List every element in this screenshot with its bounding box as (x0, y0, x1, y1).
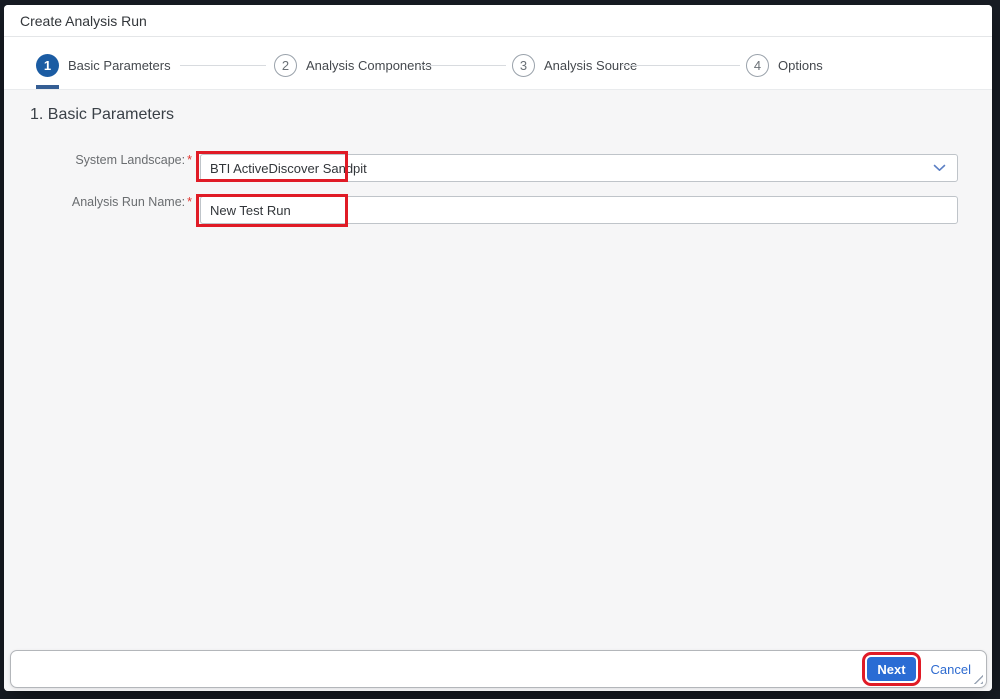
system-landscape-label: System Landscape: * (75, 153, 192, 167)
next-button[interactable]: Next (862, 652, 921, 686)
resize-grip-icon[interactable] (972, 673, 983, 684)
active-step-indicator (36, 85, 59, 89)
dialog-footer-bar: Next Cancel (10, 650, 987, 688)
step-1-label: Basic Parameters (68, 58, 171, 73)
step-1-number-badge: 1 (36, 54, 59, 77)
wizard-step-options[interactable]: 4 Options (746, 54, 823, 77)
analysis-run-name-input[interactable] (200, 196, 958, 224)
required-asterisk: * (187, 153, 192, 167)
step-3-number-badge: 3 (512, 54, 535, 77)
wizard-stepper: 1 Basic Parameters 2 Analysis Components… (4, 38, 992, 90)
dialog-title: Create Analysis Run (20, 12, 147, 29)
step-connector-line (180, 65, 266, 66)
wizard-step-basic-parameters[interactable]: 1 Basic Parameters (36, 54, 171, 77)
system-landscape-value: BTI ActiveDiscover Sandpit (210, 160, 367, 176)
cancel-button[interactable]: Cancel (929, 662, 973, 677)
section-heading: 1. Basic Parameters (30, 106, 175, 123)
analysis-run-name-label: Analysis Run Name: * (71, 195, 192, 209)
chevron-down-icon (933, 164, 946, 171)
step-connector-line (622, 65, 740, 66)
step-4-label: Options (778, 58, 823, 73)
step-2-number-badge: 2 (274, 54, 297, 77)
create-analysis-run-dialog: Create Analysis Run 1 Basic Parameters 2… (4, 5, 992, 691)
step-4-number-badge: 4 (746, 54, 769, 77)
step-2-label: Analysis Components (306, 58, 432, 73)
step-connector-line (420, 65, 506, 66)
wizard-step-analysis-components[interactable]: 2 Analysis Components (274, 54, 432, 77)
wizard-step-analysis-source[interactable]: 3 Analysis Source (512, 54, 637, 77)
required-asterisk: * (187, 195, 192, 209)
system-landscape-select[interactable]: BTI ActiveDiscover Sandpit (200, 154, 958, 182)
dialog-content: 1. Basic Parameters System Landscape: * B… (4, 90, 992, 691)
dialog-title-bar: Create Analysis Run (4, 5, 992, 37)
